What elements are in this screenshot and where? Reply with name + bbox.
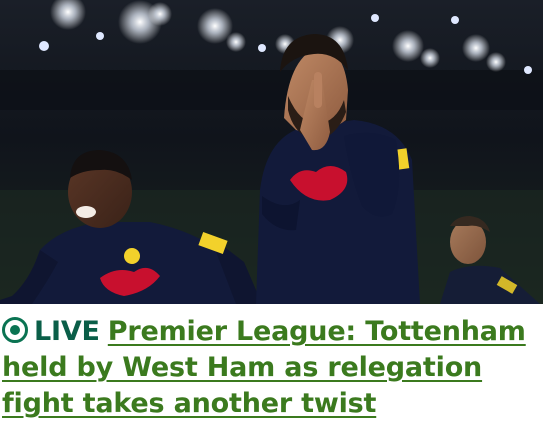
live-label: LIVE <box>34 316 100 347</box>
headline: LIVE Premier League: Tottenham held by We… <box>2 314 540 422</box>
hero-photo[interactable] <box>0 0 543 304</box>
live-indicator-icon <box>2 317 28 343</box>
live-badge: LIVE <box>2 316 108 347</box>
football-celebration-image <box>0 0 543 304</box>
news-card[interactable]: LIVE Premier League: Tottenham held by We… <box>0 0 543 428</box>
